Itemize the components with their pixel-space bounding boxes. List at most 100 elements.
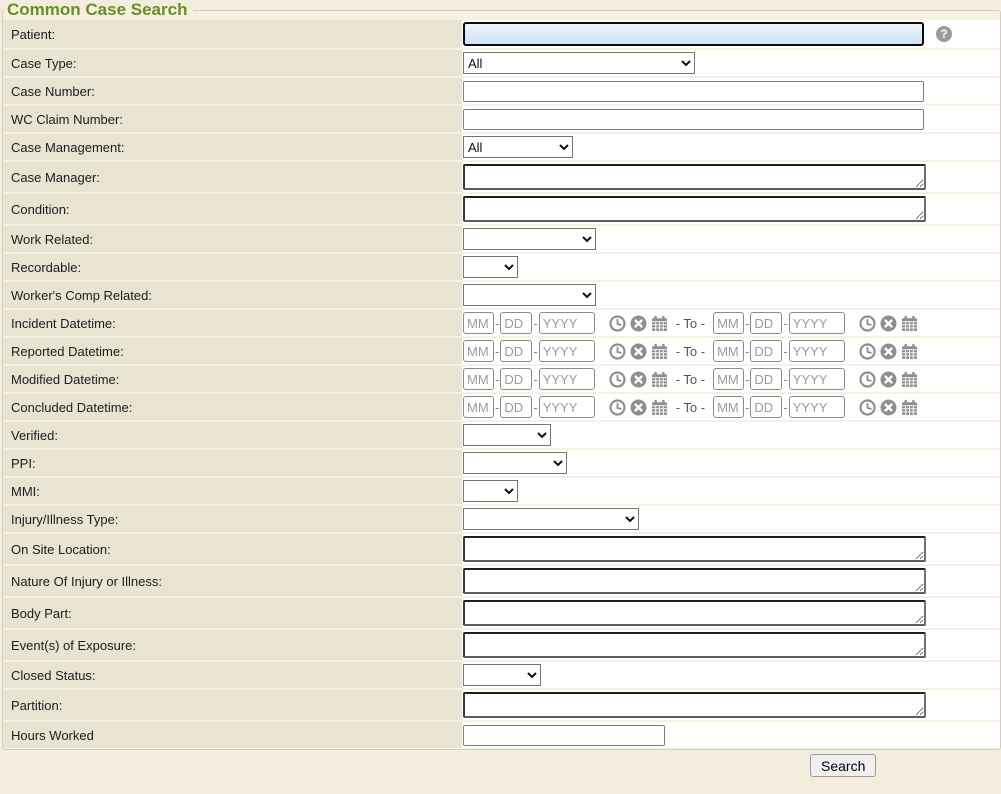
month-input[interactable] <box>463 340 494 362</box>
year-input[interactable] <box>789 368 845 390</box>
row-closed-status: Closed Status: <box>3 662 1000 688</box>
calendar-picker-button[interactable] <box>651 315 668 332</box>
day-input[interactable] <box>500 340 532 362</box>
month-input[interactable] <box>463 312 494 334</box>
clear-icon <box>880 371 897 388</box>
day-input[interactable] <box>750 340 782 362</box>
time-picker-button[interactable] <box>859 371 876 388</box>
year-input[interactable] <box>789 340 845 362</box>
month-input[interactable] <box>713 340 744 362</box>
clear-date-button[interactable] <box>630 371 647 388</box>
mmi-select[interactable] <box>463 480 518 502</box>
row-ppi: PPI: <box>3 450 1000 476</box>
day-input[interactable] <box>500 396 532 418</box>
month-input[interactable] <box>713 368 744 390</box>
on-site-location-textarea[interactable] <box>463 536 926 562</box>
month-input[interactable] <box>713 396 744 418</box>
time-picker-button[interactable] <box>859 399 876 416</box>
time-picker-button[interactable] <box>609 399 626 416</box>
condition-textarea[interactable] <box>463 196 926 222</box>
time-icon <box>859 343 876 360</box>
partition-textarea[interactable] <box>463 692 926 718</box>
calendar-picker-button[interactable] <box>901 371 918 388</box>
clear-date-button[interactable] <box>880 371 897 388</box>
row-injury-illness-type: Injury/Illness Type: <box>3 506 1000 532</box>
date-separator: - <box>533 400 537 415</box>
panel-title: Common Case Search <box>5 0 193 20</box>
month-input[interactable] <box>463 396 494 418</box>
events-of-exposure-textarea[interactable] <box>463 632 926 658</box>
wc-claim-number-input[interactable] <box>463 109 924 130</box>
row-workers-comp-related: Worker's Comp Related: <box>3 282 1000 308</box>
clear-date-button[interactable] <box>630 399 647 416</box>
recordable-select[interactable] <box>463 256 518 278</box>
calendar-picker-button[interactable] <box>901 315 918 332</box>
day-input[interactable] <box>750 396 782 418</box>
clear-date-button[interactable] <box>630 315 647 332</box>
injury-illness-type-select[interactable] <box>463 508 639 530</box>
clear-date-button[interactable] <box>880 343 897 360</box>
work-related-label: Work Related: <box>3 226 462 252</box>
day-input[interactable] <box>750 368 782 390</box>
time-picker-button[interactable] <box>609 371 626 388</box>
verified-select[interactable] <box>463 424 551 446</box>
time-picker-button[interactable] <box>609 315 626 332</box>
mmi-label: MMI: <box>3 478 462 504</box>
calendar-picker-button[interactable] <box>651 399 668 416</box>
day-input[interactable] <box>500 368 532 390</box>
clear-date-button[interactable] <box>880 399 897 416</box>
closed-status-select[interactable] <box>463 664 541 686</box>
row-work-related: Work Related: <box>3 226 1000 252</box>
clear-date-button[interactable] <box>630 343 647 360</box>
condition-label: Condition: <box>3 194 462 224</box>
calendar-picker-button[interactable] <box>651 371 668 388</box>
calendar-picker-button[interactable] <box>901 399 918 416</box>
hours-worked-input[interactable] <box>463 725 665 746</box>
time-picker-button[interactable] <box>609 343 626 360</box>
year-input[interactable] <box>789 312 845 334</box>
common-case-search-panel: Common Case Search Patient: ? Case Type:… <box>2 0 1001 750</box>
year-input[interactable] <box>539 368 595 390</box>
case-management-label: Case Management: <box>3 134 462 160</box>
time-picker-button[interactable] <box>859 343 876 360</box>
time-icon <box>609 399 626 416</box>
to-range-label: - To - <box>676 344 705 359</box>
year-input[interactable] <box>539 396 595 418</box>
date-separator: - <box>745 316 749 331</box>
calendar-picker-button[interactable] <box>901 343 918 360</box>
month-input[interactable] <box>463 368 494 390</box>
datetime-group: - - <box>463 340 668 362</box>
wc-claim-number-label: WC Claim Number: <box>3 106 462 132</box>
year-input[interactable] <box>539 340 595 362</box>
workers-comp-related-select[interactable] <box>463 284 596 306</box>
ppi-select[interactable] <box>463 452 567 474</box>
day-input[interactable] <box>750 312 782 334</box>
year-input[interactable] <box>539 312 595 334</box>
clear-date-button[interactable] <box>880 315 897 332</box>
row-recordable: Recordable: <box>3 254 1000 280</box>
day-input[interactable] <box>500 312 532 334</box>
case-number-input[interactable] <box>463 81 924 102</box>
time-icon <box>609 343 626 360</box>
row-wc-claim-number: WC Claim Number: <box>3 106 1000 132</box>
calendar-picker-button[interactable] <box>651 343 668 360</box>
work-related-select[interactable] <box>463 228 596 250</box>
nature-of-injury-textarea[interactable] <box>463 568 926 594</box>
time-icon <box>609 315 626 332</box>
help-icon[interactable]: ? <box>936 26 952 42</box>
date-separator: - <box>495 344 499 359</box>
case-type-select[interactable]: All <box>463 52 695 74</box>
year-input[interactable] <box>789 396 845 418</box>
ppi-label: PPI: <box>3 450 462 476</box>
body-part-textarea[interactable] <box>463 600 926 626</box>
time-picker-button[interactable] <box>859 315 876 332</box>
search-button[interactable]: Search <box>810 754 876 777</box>
row-case-management: Case Management: All <box>3 134 1000 160</box>
case-manager-textarea[interactable] <box>463 164 926 190</box>
case-management-select[interactable]: All <box>463 136 573 158</box>
row-verified: Verified: <box>3 422 1000 448</box>
calendar-icon <box>901 399 918 416</box>
to-range-label: - To - <box>676 400 705 415</box>
month-input[interactable] <box>713 312 744 334</box>
patient-input[interactable] <box>463 22 924 46</box>
